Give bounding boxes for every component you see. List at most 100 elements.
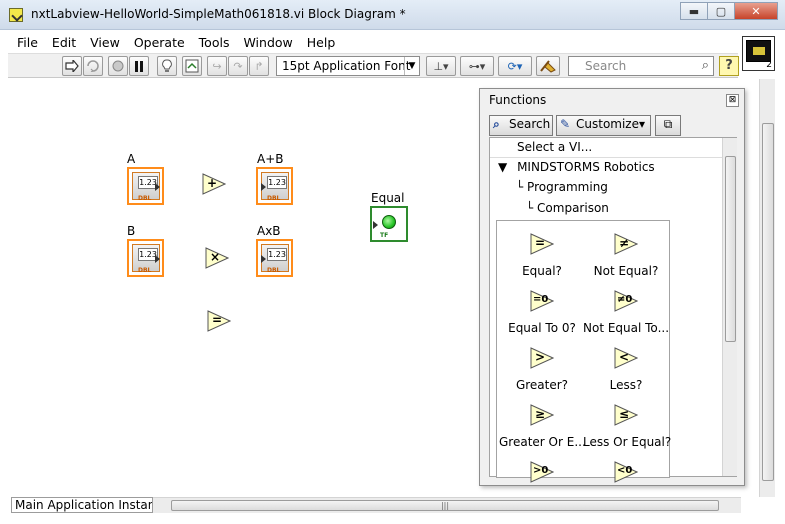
palette-scrollbar[interactable] (722, 138, 737, 476)
boolean-indicator-equal[interactable]: TF (370, 206, 408, 242)
palette-item-less-than-zero[interactable]: <0 (583, 461, 669, 483)
align-objects-icon[interactable]: ⊥▾ (426, 56, 456, 76)
pause-icon[interactable] (129, 56, 149, 76)
retain-wire-values-icon[interactable] (182, 56, 202, 76)
numeric-control-a[interactable]: 1.23 DBL (127, 167, 164, 205)
dbl-tag: DBL (267, 195, 281, 202)
numeric-indicator-product[interactable]: 1.23 DBL (256, 239, 293, 277)
application-instance-status[interactable]: Main Application Instance (11, 497, 153, 513)
not-equal-icon: ≠ (614, 233, 639, 255)
less-than-zero-icon-symbol: <0 (617, 465, 633, 476)
palette-item-greater-or-equal[interactable]: ≥ Greater Or E... (499, 404, 586, 449)
clean-up-diagram-icon[interactable] (536, 56, 560, 76)
palette-customize-button[interactable]: ✎ Customize▾ (556, 115, 651, 136)
equal-icon: = (530, 233, 555, 255)
menu-view[interactable]: View (83, 35, 127, 50)
palette-view-icon: ⧉ (663, 117, 673, 131)
select-vi-item[interactable]: Select a VI... (490, 138, 722, 158)
wrench-icon: ✎ (560, 117, 571, 131)
run-arrow-icon[interactable] (62, 56, 82, 76)
block-diagram-canvas[interactable]: A 1.23 DBL B 1.23 DBL + × = A+B 1.23 DBL… (8, 79, 759, 497)
maximize-button[interactable]: ▢ (707, 2, 735, 20)
menu-edit[interactable]: Edit (45, 35, 83, 50)
terminal-a-label: A (127, 152, 136, 166)
sum-indicator-label: A+B (257, 152, 284, 166)
palette-item-label: Equal? (522, 264, 562, 278)
menu-window[interactable]: Window (236, 35, 299, 50)
run-continuously-icon[interactable] (83, 56, 103, 76)
functions-palette: Functions ⊠ ⌕ Search ✎ Customize▾ ⧉ Select… (479, 88, 745, 486)
vi-connector-icon[interactable]: 2 (742, 36, 775, 71)
palette-item-not-equal-to-zero[interactable]: ≠0 Not Equal To... (583, 290, 669, 335)
not-equal-to-zero-icon-symbol: ≠0 (617, 294, 633, 305)
less-icon: < (614, 347, 639, 369)
font-select[interactable]: 15pt Application Font ▼ (276, 56, 420, 76)
input-arrow-icon (261, 183, 266, 191)
palette-item-equal[interactable]: = Equal? (499, 233, 585, 278)
vi-icon-graphic (746, 40, 771, 62)
step-over-icon[interactable]: ↷ (228, 56, 248, 76)
greater-than-zero-icon-symbol: >0 (533, 465, 549, 476)
palette-view-button[interactable]: ⧉ (655, 115, 681, 136)
palette-search-button[interactable]: ⌕ Search (489, 115, 553, 136)
highlight-execution-icon[interactable] (157, 56, 177, 76)
multiply-function[interactable]: × (205, 247, 229, 269)
tree-child-programming[interactable]: └ Programming (516, 180, 608, 194)
add-function[interactable]: + (202, 173, 226, 195)
menu-operate[interactable]: Operate (127, 35, 192, 50)
palette-item-less[interactable]: < Less? (583, 347, 669, 392)
palette-item-equal-to-zero[interactable]: =0 Equal To 0? (499, 290, 585, 335)
comparison-palette-grid: = Equal? ≠ Not Equal? =0 Equal To 0? ≠0 … (496, 220, 672, 483)
reorder-icon[interactable]: ⟳▾ (498, 56, 532, 76)
input-arrow-icon (261, 255, 266, 263)
palette-item-not-equal[interactable]: ≠ Not Equal? (583, 233, 669, 278)
tree-grandchild-comparison[interactable]: └ Comparison (526, 201, 609, 215)
led-icon (382, 215, 396, 229)
distribute-objects-icon[interactable]: ⊶▾ (460, 56, 494, 76)
step-out-icon[interactable]: ↱ (249, 56, 269, 76)
menu-tools[interactable]: Tools (192, 35, 237, 50)
palette-item-label: Not Equal? (593, 264, 659, 278)
collapse-triangle-icon: ▼ (498, 160, 508, 174)
palette-scrollbar-thumb[interactable] (725, 156, 736, 342)
palette-item-greater-than-zero[interactable]: >0 (499, 461, 585, 483)
equal-to-zero-icon: =0 (530, 290, 555, 312)
context-help-button[interactable]: ? (719, 56, 739, 76)
numeric-display: 1.23 (267, 248, 287, 261)
search-input[interactable]: Search ⌕ (568, 56, 714, 76)
window-title: nxtLabview-HelloWorld-SimpleMath061818.v… (31, 7, 406, 21)
vertical-scrollbar-thumb[interactable] (762, 123, 774, 481)
palette-search-label: Search (509, 117, 551, 131)
palette-customize-label: Customize▾ (576, 117, 646, 131)
not-equal-to-zero-icon: ≠0 (614, 290, 639, 312)
equal-function[interactable]: = (207, 310, 231, 332)
menu-help[interactable]: Help (300, 35, 343, 50)
horizontal-scrollbar-thumb[interactable]: ||| (171, 500, 719, 511)
numeric-control-b[interactable]: 1.23 DBL (127, 239, 164, 277)
tree-root-mindstorms[interactable]: ▼ MINDSTORMS Robotics (498, 160, 655, 174)
equal-icon-symbol: = (535, 236, 546, 250)
close-button[interactable]: ✕ (734, 2, 778, 20)
equal-indicator-label: Equal (371, 191, 405, 205)
tree-grandchild-label: Comparison (537, 201, 609, 215)
palette-item-label: Greater? (515, 378, 569, 392)
palette-close-button[interactable]: ⊠ (726, 94, 739, 107)
abort-icon[interactable] (108, 56, 128, 76)
palette-item-less-or-equal[interactable]: ≤ Less Or Equal? (583, 404, 672, 449)
minimize-button[interactable]: ▬ (680, 2, 708, 20)
step-into-icon[interactable]: ↪ (207, 56, 227, 76)
tree-root-label: MINDSTORMS Robotics (517, 160, 655, 174)
menu-file[interactable]: File (8, 35, 45, 50)
add-symbol: + (207, 176, 218, 190)
vertical-scrollbar[interactable] (759, 79, 775, 497)
dbl-tag: DBL (138, 195, 152, 202)
labview-vi-icon (9, 8, 23, 22)
palette-item-greater[interactable]: > Greater? (499, 347, 585, 392)
search-icon[interactable]: ⌕ (702, 58, 709, 73)
horizontal-scrollbar[interactable]: ||| (153, 497, 741, 513)
palette-item-label: Less? (609, 378, 643, 392)
numeric-indicator-sum[interactable]: 1.23 DBL (256, 167, 293, 205)
palette-item-label: Less Or Equal? (583, 435, 672, 449)
less-than-zero-icon: <0 (614, 461, 639, 483)
search-icon: ⌕ (493, 117, 500, 131)
